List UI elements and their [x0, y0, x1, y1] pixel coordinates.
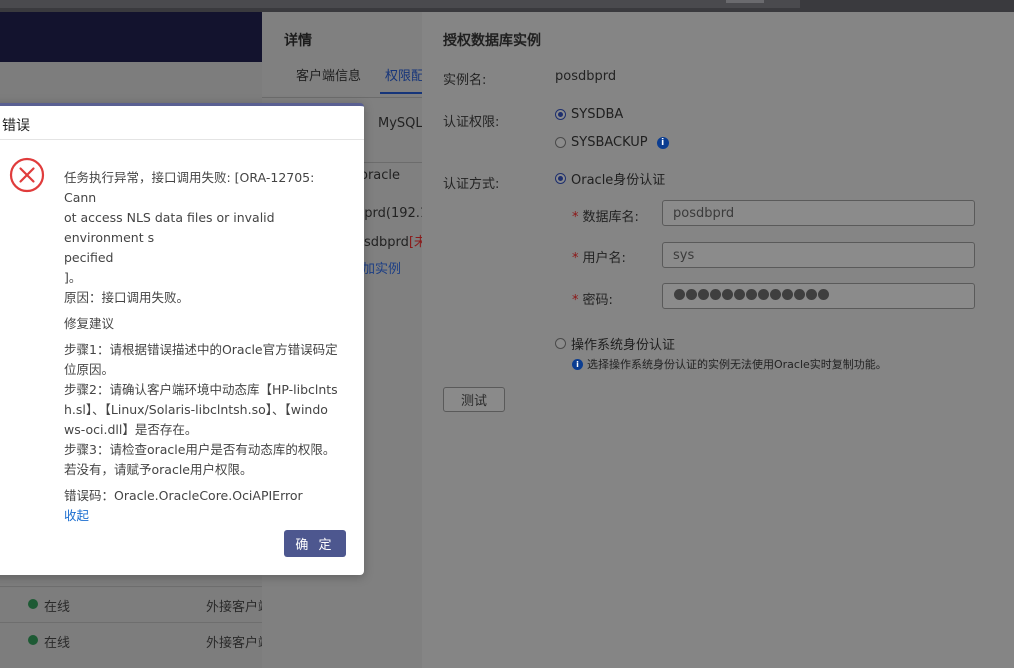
radio-sysdba[interactable]: SYSDBA: [555, 107, 623, 122]
password-dot: [698, 289, 709, 300]
info-icon: i: [572, 358, 583, 370]
password-mask: [674, 289, 829, 300]
add-instance-link[interactable]: 加实例: [362, 258, 401, 277]
username-field[interactable]: [662, 242, 975, 268]
fix-step-line: h.sl】、【Linux/Solaris-libclntsh.so】、【wind…: [64, 402, 328, 417]
tab-mysql[interactable]: MySQL: [378, 116, 422, 131]
password-dot: [806, 289, 817, 300]
fix-step-line: 步骤3：请检查oracle用户是否有动态库的权限。: [64, 442, 336, 457]
panel-title: 授权数据库实例: [443, 33, 541, 49]
table-row[interactable]: 在线 外接客户端: [0, 586, 271, 623]
nav-bar: [0, 12, 262, 62]
error-message-line: ]。: [64, 270, 82, 285]
collapse-link[interactable]: 收起: [64, 506, 344, 526]
radio-os-auth[interactable]: 操作系统身份认证: [555, 334, 675, 353]
fix-suggestion-title: 修复建议: [64, 316, 115, 331]
dialog-body: 任务执行异常，接口调用失败: [ORA-12705: Cann ot acces…: [64, 168, 344, 526]
password-dot: [794, 289, 805, 300]
oracle-label: oracle: [360, 168, 401, 183]
table-row[interactable]: 在线 外接客户端: [0, 622, 271, 659]
radio-button[interactable]: [555, 109, 566, 120]
tab-divider: [262, 97, 422, 98]
username-label: * 用户名:: [572, 251, 626, 266]
top-bar: [0, 0, 1014, 12]
password-dot: [758, 289, 769, 300]
password-dot: [734, 289, 745, 300]
error-reason: 原因：接口调用失败。: [64, 290, 190, 305]
instance-name-value: posdbprd: [555, 69, 617, 84]
dialog-title: 错误: [2, 118, 30, 134]
detail-title: 详情: [284, 33, 312, 49]
db-name-input[interactable]: [663, 201, 974, 225]
os-auth-hint: i 选择操作系统身份认证的实例无法使用Oracle实时复制功能。: [572, 356, 887, 372]
error-code: 错误码：Oracle.OracleCore.OciAPIError: [64, 488, 303, 503]
auth-privilege-label: 认证权限:: [443, 115, 500, 130]
db-name-label: * 数据库名:: [572, 210, 639, 225]
instance-item[interactable]: osdbprd[未: [356, 231, 422, 250]
fix-step-line: ws-oci.dll】是否存在。: [64, 422, 198, 437]
fix-step-line: 步骤1：请根据错误描述中的Oracle官方错误码定: [64, 342, 338, 357]
password-dot: [686, 289, 697, 300]
authorize-instance-panel: 授权数据库实例 实例名: posdbprd 认证权限: SYSDBA SYSBA…: [422, 12, 1014, 668]
dialog-header: 错误: [0, 106, 364, 140]
error-message-line: 任务执行异常，接口调用失败: [ORA-12705: Cann: [64, 170, 315, 205]
password-field[interactable]: [662, 283, 975, 309]
divider: [357, 162, 422, 163]
error-dialog: 错误 任务执行异常，接口调用失败: [ORA-12705: Cann ot ac…: [0, 103, 364, 575]
password-dot: [782, 289, 793, 300]
radio-button[interactable]: [555, 338, 566, 349]
password-dot: [710, 289, 721, 300]
tab-client-info[interactable]: 客户端信息: [296, 65, 361, 84]
status-text: 在线: [44, 600, 71, 615]
radio-button[interactable]: [555, 173, 566, 184]
test-button[interactable]: 测试: [443, 387, 505, 412]
error-message-line: pecified: [64, 250, 114, 265]
error-message-line: ot access NLS data files or invalid envi…: [64, 210, 275, 245]
radio-oracle-auth[interactable]: Oracle身份认证: [555, 169, 665, 188]
radio-label: Oracle身份认证: [571, 173, 666, 188]
auth-method-label: 认证方式:: [443, 177, 500, 192]
radio-label: 操作系统身份认证: [571, 338, 676, 353]
online-status-dot: [28, 599, 38, 609]
instance-item[interactable]: bprd(192.1: [356, 206, 422, 221]
radio-label: SYSDBA: [571, 107, 624, 122]
username-input[interactable]: [663, 243, 974, 267]
password-dot: [722, 289, 733, 300]
password-dot: [770, 289, 781, 300]
password-dot: [746, 289, 757, 300]
fix-step-line: 位原因。: [64, 362, 115, 377]
radio-button[interactable]: [555, 137, 566, 148]
fix-step-line: 若没有，请赋予oracle用户权限。: [64, 462, 253, 477]
status-text: 在线: [44, 636, 71, 651]
instance-name-label: 实例名:: [443, 73, 487, 88]
tab-underline: [380, 92, 422, 94]
error-icon: [9, 157, 45, 193]
radio-label: SYSBACKUP: [571, 135, 648, 150]
db-name-field[interactable]: [662, 200, 975, 226]
info-icon[interactable]: i: [656, 136, 669, 149]
hint-text: 选择操作系统身份认证的实例无法使用Oracle实时复制功能。: [587, 358, 887, 371]
radio-sysbackup[interactable]: SYSBACKUP i: [555, 135, 669, 150]
fix-step-line: 步骤2：请确认客户端环境中动态库【HP-libclnts: [64, 382, 338, 397]
confirm-button[interactable]: 确 定: [284, 530, 346, 557]
password-label: * 密码:: [572, 293, 613, 308]
password-dot: [674, 289, 685, 300]
online-status-dot: [28, 635, 38, 645]
password-dot: [818, 289, 829, 300]
tab-permission-config[interactable]: 权限配置: [385, 65, 422, 84]
